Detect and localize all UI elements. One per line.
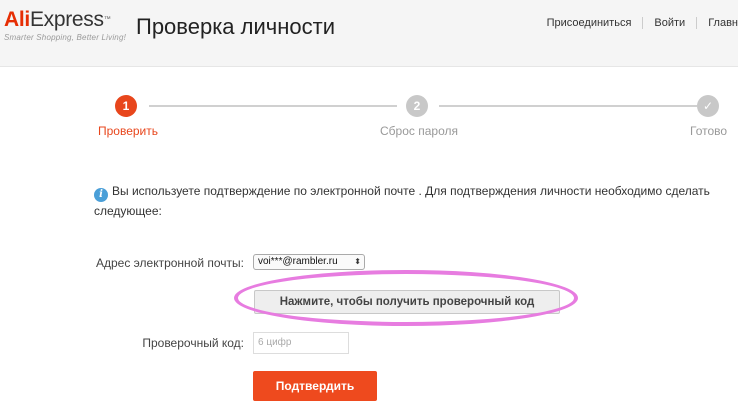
logo-ali: Ali	[4, 8, 30, 31]
nav-login-link[interactable]: Войти	[654, 17, 685, 29]
code-label: Проверочный код:	[142, 336, 244, 350]
step-1-circle: 1	[115, 95, 137, 117]
code-input[interactable]: 6 цифр	[253, 332, 349, 354]
info-text: Вы используете подтверждение по электрон…	[94, 184, 710, 218]
info-message: i Вы используете подтверждение по электро…	[94, 182, 714, 220]
step-connector	[439, 105, 697, 107]
nav-home-link[interactable]: Главн	[708, 17, 738, 29]
email-select[interactable]: voi***@rambler.ru ⬍	[253, 254, 365, 270]
highlight-annotation	[234, 270, 578, 326]
step-connector	[149, 105, 397, 107]
step-2-circle: 2	[406, 95, 428, 117]
step-1-label: Проверить	[98, 124, 159, 138]
nav-divider	[696, 17, 698, 30]
aliexpress-logo[interactable]: AliExpress™ Smarter Shopping, Better Liv…	[4, 8, 126, 42]
email-label: Адрес электронной почты:	[95, 256, 244, 270]
logo-express: Express	[29, 8, 104, 31]
step-3-label: Готово	[690, 124, 728, 138]
nav-divider	[642, 17, 644, 30]
select-arrows-icon: ⬍	[354, 257, 361, 266]
checkmark-icon: ✓	[697, 95, 719, 117]
progress-stepper: 1 2 ✓ Проверить Сброс пароля Готово	[0, 92, 738, 142]
info-icon: i	[94, 188, 108, 202]
page-title: Проверка личности	[136, 14, 335, 39]
confirm-button[interactable]: Подтвердить	[253, 371, 377, 401]
top-nav: Присоединиться Войти Главн	[547, 17, 738, 30]
nav-join-link[interactable]: Присоединиться	[547, 17, 632, 29]
header: AliExpress™ Smarter Shopping, Better Liv…	[0, 0, 738, 67]
step-2-label: Сброс пароля	[380, 124, 458, 138]
email-value: voi***@rambler.ru	[258, 256, 338, 267]
logo-trademark: ™	[103, 16, 111, 23]
logo-tagline: Smarter Shopping, Better Living!	[4, 33, 127, 42]
